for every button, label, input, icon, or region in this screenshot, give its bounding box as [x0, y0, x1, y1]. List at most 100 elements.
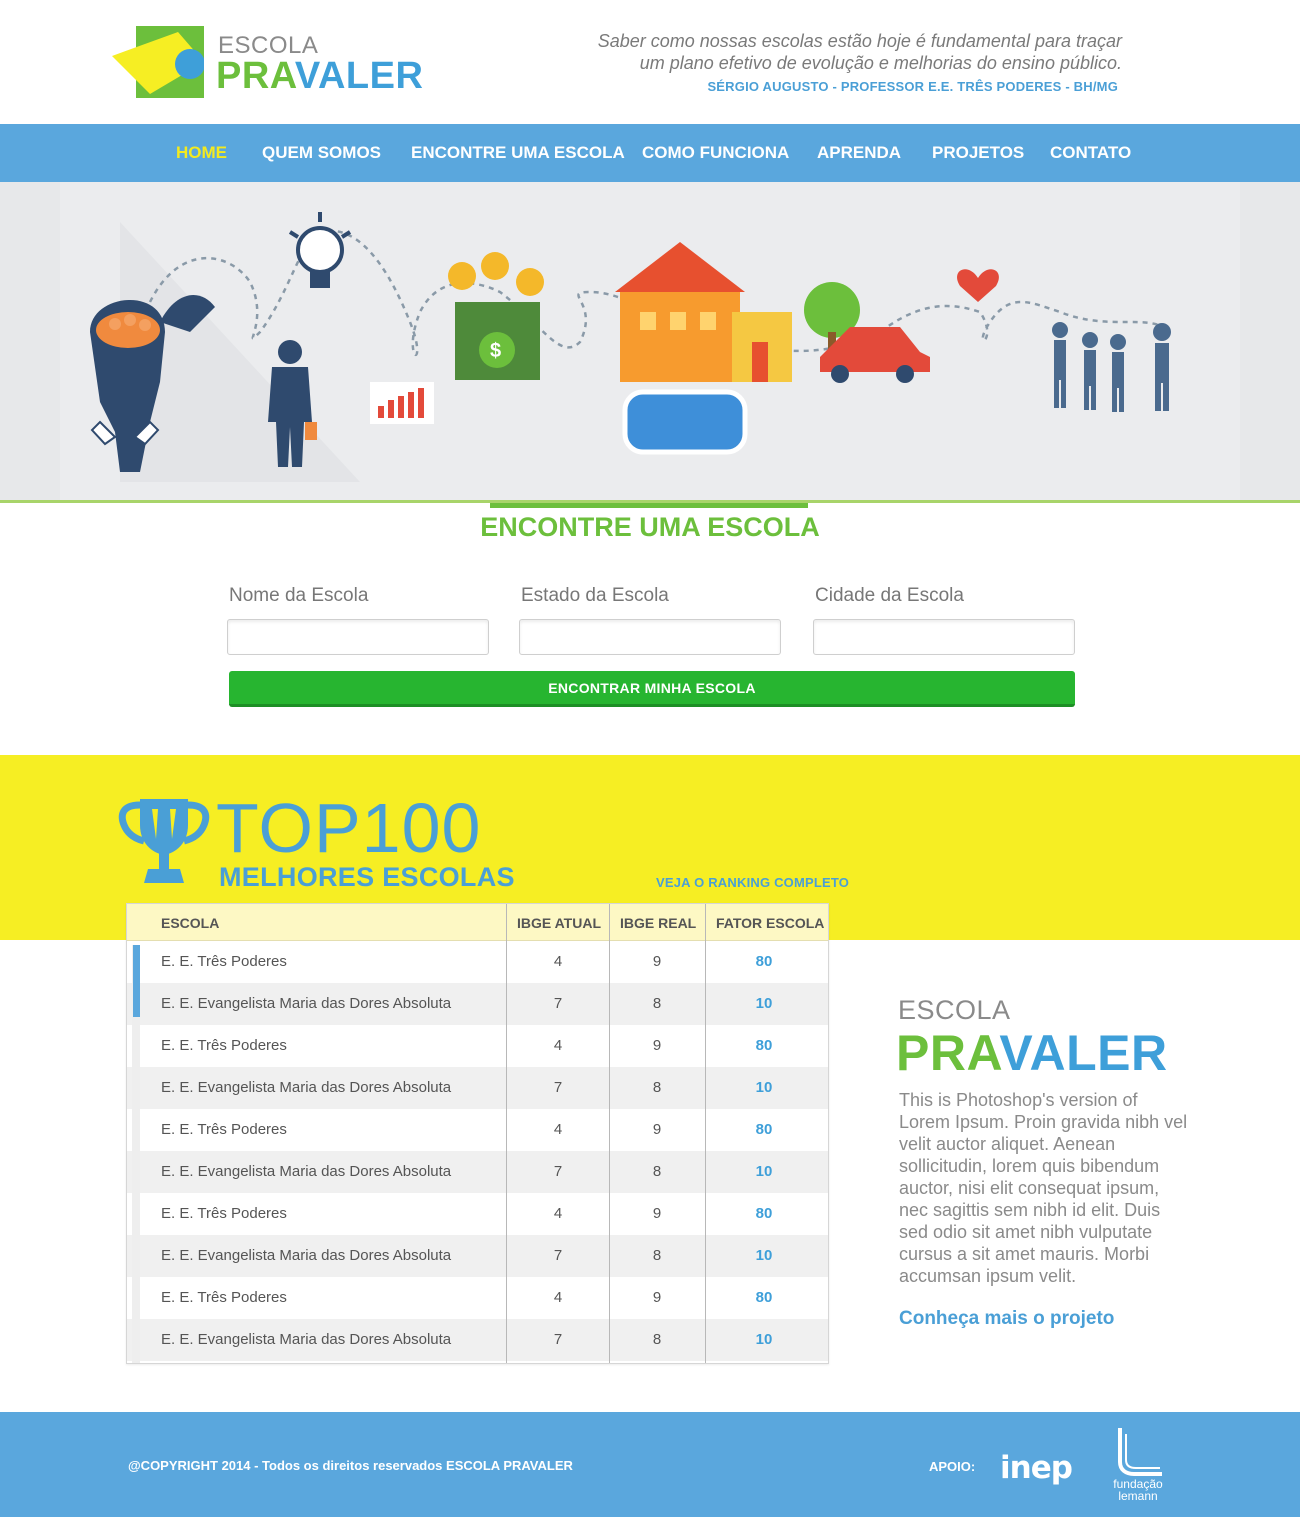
cell-escola: E. E. Três Poderes [161, 1205, 287, 1222]
cell-ibge-real: 8 [652, 1079, 662, 1096]
ranking-table: ESCOLA IBGE ATUAL IBGE REAL FATOR ESCOLA… [126, 903, 829, 1364]
quote-line-1: Saber como nossas escolas estão hoje é f… [597, 31, 1122, 51]
cell-ibge-atual: 4 [553, 1121, 563, 1138]
full-ranking-link[interactable]: VEJA O RANKING COMPLETO [656, 875, 849, 890]
table-row[interactable]: E. E. Três Poderes 4 9 80 [127, 1277, 828, 1319]
cell-escola: E. E. Evangelista Maria das Dores Absolu… [161, 1331, 452, 1348]
find-school-button[interactable]: ENCONTRAR MINHA ESCOLA [229, 671, 1075, 707]
cell-ibge-real: 8 [652, 1247, 662, 1264]
cell-ibge-real: 8 [652, 1331, 662, 1348]
cell-fator-escola: 10 [755, 1163, 773, 1180]
about-description: This is Photoshop's version of Lorem Ips… [899, 1090, 1188, 1286]
cell-fator-escola: 10 [755, 1247, 773, 1264]
table-row[interactable]: E. E. Três Poderes 4 9 80 [127, 941, 828, 983]
table-scrollbar-thumb[interactable] [133, 945, 140, 1017]
search-title-accent [490, 503, 808, 508]
cell-fator-escola: 80 [755, 1121, 773, 1138]
table-row[interactable]: E. E. Três Poderes 4 9 80 [127, 1025, 828, 1067]
school-name-input[interactable] [227, 619, 489, 655]
copyright-text: @COPYRIGHT 2014 - Todos os direitos rese… [128, 1458, 573, 1473]
nav-quem-somos[interactable]: QUEM SOMOS [262, 143, 381, 163]
lemann-mark-icon [1118, 1428, 1162, 1476]
cell-ibge-atual: 7 [553, 1247, 563, 1264]
logo-pravaler-text: PRAVALER [216, 55, 424, 97]
about-pravaler-text: PRAVALER [896, 1025, 1168, 1081]
cell-ibge-atual: 4 [553, 1037, 563, 1054]
cell-ibge-atual: 7 [553, 1163, 563, 1180]
logo[interactable]: ESCOLA PRAVALER [110, 24, 430, 102]
top100-heading: TOP100 [216, 789, 482, 867]
nav-projetos[interactable]: PROJETOS [932, 143, 1024, 163]
cell-fator-escola: 10 [755, 995, 773, 1012]
school-name-label: Nome da Escola [229, 585, 369, 606]
quote-line-2: um plano efetivo de evolução e melhorias… [639, 53, 1122, 73]
lemann-text: fundação lemann [1113, 1477, 1163, 1503]
cell-ibge-atual: 7 [553, 1079, 563, 1096]
footer: @COPYRIGHT 2014 - Todos os direitos rese… [0, 1412, 1300, 1517]
cell-ibge-real: 9 [652, 1121, 662, 1138]
col-ibge-real[interactable]: IBGE REAL [620, 915, 696, 931]
cell-escola: E. E. Evangelista Maria das Dores Absolu… [161, 995, 452, 1012]
school-state-input[interactable] [519, 619, 781, 655]
column-divider [506, 904, 507, 1363]
apoio-label: APOIO: [929, 1459, 976, 1474]
table-row[interactable]: E. E. Evangelista Maria das Dores Absolu… [127, 1319, 828, 1361]
nav-aprenda[interactable]: APRENDA [817, 143, 901, 163]
col-fator-escola[interactable]: FATOR ESCOLA [716, 915, 824, 931]
nav-encontre-uma-escola[interactable]: ENCONTRE UMA ESCOLA [411, 143, 625, 163]
cell-escola: E. E. Três Poderes [161, 953, 287, 970]
cell-escola: E. E. Três Poderes [161, 1289, 287, 1306]
inep-logo[interactable]: inep [1000, 1450, 1073, 1486]
cell-ibge-real: 9 [652, 1289, 662, 1306]
cell-escola: E. E. Evangelista Maria das Dores Absolu… [161, 1163, 452, 1180]
cell-escola: E. E. Três Poderes [161, 1037, 287, 1054]
learn-more-link[interactable]: Conheça mais o projeto [899, 1308, 1114, 1330]
cell-ibge-atual: 7 [553, 1331, 563, 1348]
cell-escola: E. E. Evangelista Maria das Dores Absolu… [161, 1079, 452, 1096]
cell-ibge-real: 9 [652, 953, 662, 970]
table-row[interactable]: E. E. Evangelista Maria das Dores Absolu… [127, 1151, 828, 1193]
column-divider [609, 904, 610, 1363]
quote-author: SÉRGIO AUGUSTO - PROFESSOR E.E. TRÊS POD… [707, 79, 1118, 94]
hero-journey-icon: $ [60, 182, 1240, 502]
cell-fator-escola: 80 [755, 953, 773, 970]
cell-fator-escola: 80 [755, 1205, 773, 1222]
hero-illustration: $ [0, 182, 1300, 502]
cell-ibge-real: 9 [652, 1205, 662, 1222]
nav-como-funciona[interactable]: COMO FUNCIONA [642, 143, 789, 163]
cell-ibge-atual: 4 [553, 1289, 563, 1306]
cell-fator-escola: 10 [755, 1331, 773, 1348]
col-escola[interactable]: ESCOLA [161, 915, 219, 931]
fundacao-lemann-logo[interactable]: fundação lemann [1106, 1426, 1170, 1506]
trophy-icon [118, 799, 210, 883]
col-ibge-atual[interactable]: IBGE ATUAL [517, 915, 601, 931]
nav-home[interactable]: HOME [176, 143, 227, 163]
main-nav: HOME QUEM SOMOS ENCONTRE UMA ESCOLA COMO… [0, 124, 1300, 182]
table-header: ESCOLA IBGE ATUAL IBGE REAL FATOR ESCOLA [127, 904, 828, 941]
cell-ibge-real: 9 [652, 1037, 662, 1054]
search-title: ENCONTRE UMA ESCOLA [480, 512, 820, 542]
logo-flag-icon [112, 26, 206, 98]
table-row[interactable]: E. E. Evangelista Maria das Dores Absolu… [127, 1067, 828, 1109]
school-city-input[interactable] [813, 619, 1075, 655]
table-row[interactable]: E. E. Evangelista Maria das Dores Absolu… [127, 1235, 828, 1277]
about-escola-text: ESCOLA [898, 995, 1011, 1025]
school-state-label: Estado da Escola [521, 585, 669, 606]
cell-ibge-atual: 4 [553, 1205, 563, 1222]
nav-contato[interactable]: CONTATO [1050, 143, 1131, 163]
top100-subtitle: MELHORES ESCOLAS [219, 862, 515, 892]
header-quote: Saber como nossas escolas estão hoje é f… [562, 30, 1122, 74]
svg-text:$: $ [490, 340, 501, 362]
table-row[interactable]: E. E. Três Poderes 4 9 80 [127, 1109, 828, 1151]
table-row[interactable]: E. E. Três Poderes 4 9 80 [127, 1193, 828, 1235]
cell-ibge-real: 8 [652, 1163, 662, 1180]
cell-ibge-real: 8 [652, 995, 662, 1012]
cell-escola: E. E. Evangelista Maria das Dores Absolu… [161, 1247, 452, 1264]
cell-ibge-atual: 7 [553, 995, 563, 1012]
cell-fator-escola: 80 [755, 1289, 773, 1306]
cell-fator-escola: 80 [755, 1037, 773, 1054]
cell-escola: E. E. Três Poderes [161, 1121, 287, 1138]
cell-ibge-atual: 4 [553, 953, 563, 970]
table-row[interactable]: E. E. Evangelista Maria das Dores Absolu… [127, 983, 828, 1025]
column-divider [705, 904, 706, 1363]
